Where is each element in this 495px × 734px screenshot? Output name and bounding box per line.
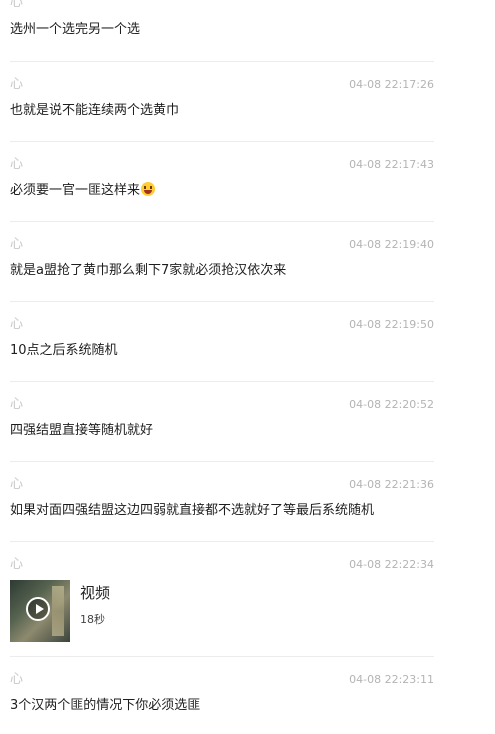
message-feed: 心 选州一个选完另一个选 心 04-08 22:17:26 也就是说不能连续两个… xyxy=(0,0,495,734)
message-item: 心 04-08 22:19:40 就是a盟抢了黄巾那么剩下7家就必须抢汉依次来 xyxy=(0,236,495,300)
message-meta: 心 04-08 22:21:36 xyxy=(10,476,434,494)
message-text: 也就是说不能连续两个选黄巾 xyxy=(10,103,180,118)
message-timestamp: 04-08 22:17:43 xyxy=(349,158,434,171)
like-heart-icon[interactable]: 心 xyxy=(10,156,23,174)
like-heart-icon[interactable]: 心 xyxy=(10,76,23,94)
divider xyxy=(10,61,434,62)
message-item: 心 04-08 22:20:52 四强结盟直接等随机就好 xyxy=(0,396,495,460)
divider xyxy=(10,221,434,222)
message-text: 3个汉两个匪的情况下你必须选匪 xyxy=(10,698,201,713)
like-heart-icon[interactable]: 心 xyxy=(10,236,23,254)
divider xyxy=(10,381,434,382)
message-meta: 心 04-08 22:20:52 xyxy=(10,396,434,414)
message-text: 选州一个选完另一个选 xyxy=(10,22,141,37)
message-timestamp: 04-08 22:20:52 xyxy=(349,398,434,411)
divider xyxy=(10,141,434,142)
message-item: 心 04-08 22:23:11 3个汉两个匪的情况下你必须选匪 xyxy=(0,671,495,731)
divider xyxy=(10,541,434,542)
video-title: 视频 xyxy=(80,584,111,602)
like-heart-icon[interactable]: 心 xyxy=(10,476,23,494)
message-item: 心 选州一个选完另一个选 xyxy=(0,0,495,54)
like-heart-icon[interactable]: 心 xyxy=(10,316,23,334)
message-item: 心 04-08 22:22:34 视频 18秒 xyxy=(0,556,495,652)
thumbnail-banner xyxy=(52,586,64,636)
like-heart-icon[interactable]: 心 xyxy=(10,671,23,689)
message-item: 心 04-08 22:17:43 必须要一官一匪这样来 xyxy=(0,156,495,220)
video-duration: 18秒 xyxy=(80,613,105,626)
message-item: 心 04-08 22:17:26 也就是说不能连续两个选黄巾 xyxy=(0,76,495,140)
message-text-row: 必须要一官一匪这样来 xyxy=(10,182,156,200)
laughing-emoji-icon xyxy=(141,182,156,196)
video-thumbnail[interactable] xyxy=(10,580,70,642)
message-meta: 心 xyxy=(10,0,434,12)
message-timestamp: 04-08 22:17:26 xyxy=(349,78,434,91)
message-timestamp: 04-08 22:19:50 xyxy=(349,318,434,331)
like-heart-icon[interactable]: 心 xyxy=(10,556,23,574)
message-timestamp: 04-08 22:22:34 xyxy=(349,558,434,571)
video-card[interactable]: 视频 18秒 xyxy=(10,580,270,644)
message-item: 心 04-08 22:21:36 如果对面四强结盟这边四弱就直接都不选就好了等最… xyxy=(0,476,495,540)
message-text: 就是a盟抢了黄巾那么剩下7家就必须抢汉依次来 xyxy=(10,263,287,278)
message-text: 10点之后系统随机 xyxy=(10,343,118,358)
like-heart-icon[interactable]: 心 xyxy=(10,0,23,12)
message-item: 心 04-08 22:19:50 10点之后系统随机 xyxy=(0,316,495,380)
message-text: 必须要一官一匪这样来 xyxy=(10,183,141,198)
divider xyxy=(10,301,434,302)
play-icon[interactable] xyxy=(26,597,50,621)
divider xyxy=(10,656,434,657)
message-meta: 心 04-08 22:19:40 xyxy=(10,236,434,254)
message-text: 四强结盟直接等随机就好 xyxy=(10,423,154,438)
message-timestamp: 04-08 22:21:36 xyxy=(349,478,434,491)
like-heart-icon[interactable]: 心 xyxy=(10,396,23,414)
message-text: 如果对面四强结盟这边四弱就直接都不选就好了等最后系统随机 xyxy=(10,503,375,518)
message-meta: 心 04-08 22:19:50 xyxy=(10,316,434,334)
message-timestamp: 04-08 22:19:40 xyxy=(349,238,434,251)
message-timestamp: 04-08 22:23:11 xyxy=(349,673,434,686)
message-meta: 心 04-08 22:22:34 xyxy=(10,556,434,574)
message-meta: 心 04-08 22:17:43 xyxy=(10,156,434,174)
message-meta: 心 04-08 22:23:11 xyxy=(10,671,434,689)
message-meta: 心 04-08 22:17:26 xyxy=(10,76,434,94)
divider xyxy=(10,461,434,462)
